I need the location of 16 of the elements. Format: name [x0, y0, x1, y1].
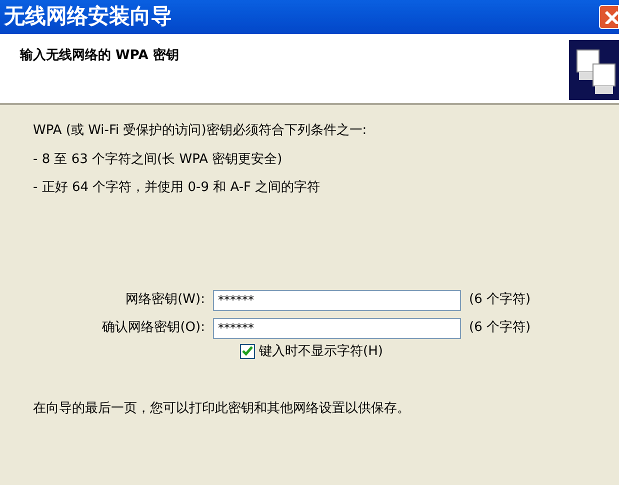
window-title: 无线网络安装向导 [4, 3, 172, 30]
page-heading: 输入无线网络的 WPA 密钥 [20, 46, 179, 65]
footer-note: 在向导的最后一页，您可以打印此密钥和其他网络设置以供保存。 [33, 400, 411, 418]
field-label: 网络密钥(W): [124, 291, 205, 310]
password-field[interactable]: ****** [213, 290, 461, 310]
checkbox[interactable] [240, 344, 255, 359]
checkbox-label: 键入时不显示字符(H) [259, 342, 383, 360]
instruction-text: - 正好 64 个字符，并使用 0-9 和 A-F 之间的字符 [33, 179, 322, 197]
character-count: (6 个字符) [469, 319, 532, 338]
instruction-text: - 8 至 63 个字符之间(长 WPA 密钥更安全) [33, 150, 284, 168]
field-label: 确认网络密钥(O): [101, 319, 205, 338]
close-button[interactable] [599, 5, 619, 29]
close-icon [604, 10, 618, 24]
password-field[interactable]: ****** [213, 318, 461, 338]
instruction-text: WPA (或 Wi-Fi 受保护的访问)密钥必须符合下列条件之一: [33, 122, 368, 140]
character-count: (6 个字符) [469, 291, 532, 310]
